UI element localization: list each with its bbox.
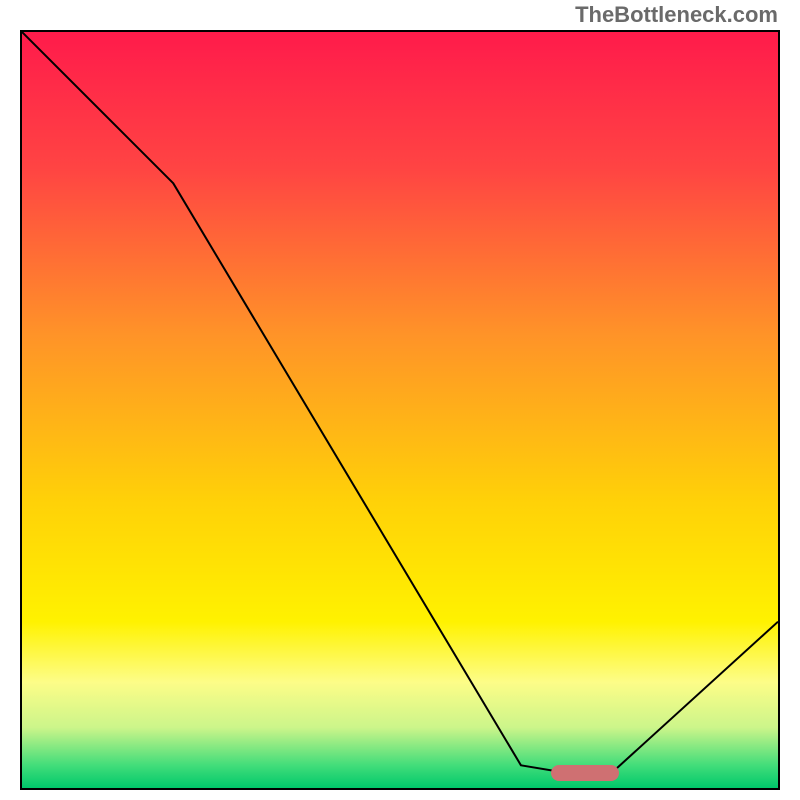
curve-layer xyxy=(22,32,778,788)
watermark-label: TheBottleneck.com xyxy=(575,2,778,28)
chart-container: TheBottleneck.com xyxy=(0,0,800,800)
optimal-range-marker xyxy=(551,765,619,782)
bottleneck-curve-path xyxy=(22,32,778,773)
plot-area xyxy=(20,30,780,790)
